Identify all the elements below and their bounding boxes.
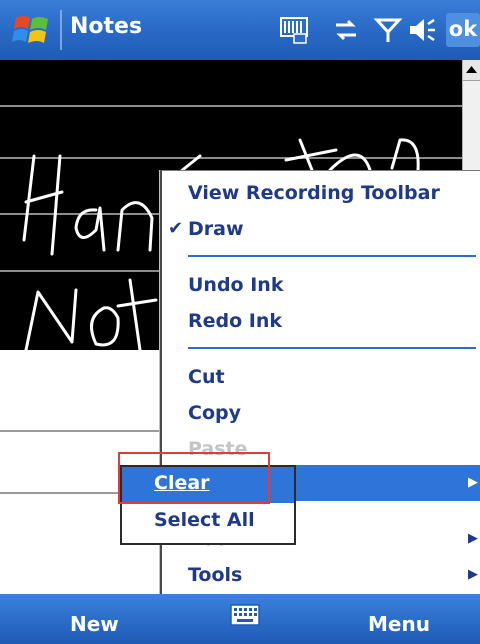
triangle-up-icon — [466, 66, 477, 73]
ok-button[interactable]: ok — [446, 13, 480, 47]
menu-item-cut[interactable]: Cut — [162, 359, 480, 395]
keyboard-icon[interactable] — [230, 604, 260, 626]
windows-flag-icon[interactable] — [12, 12, 52, 48]
annotation-highlight-box — [118, 452, 270, 504]
menu-item-tools[interactable]: Tools ▶ — [162, 557, 480, 593]
scroll-up-button[interactable] — [463, 60, 480, 81]
volume-icon[interactable] — [406, 14, 438, 46]
submenu-arrow-icon: ▶ — [468, 567, 478, 582]
title-bar: Notes ok — [0, 0, 480, 60]
menu-separator — [188, 347, 476, 349]
menu-item-redo-ink[interactable]: Redo Ink — [162, 303, 480, 339]
app-title: Notes — [70, 14, 143, 39]
signal-icon[interactable] — [372, 14, 404, 46]
checkmark-icon: ✔ — [168, 218, 184, 239]
submenu-arrow-icon: ▶ — [468, 531, 478, 546]
new-softkey[interactable]: New — [70, 612, 119, 636]
menu-item-draw[interactable]: ✔ Draw — [162, 211, 480, 247]
menu-item-view-recording-toolbar[interactable]: View Recording Toolbar — [162, 175, 480, 211]
menu-item-copy[interactable]: Copy — [162, 395, 480, 431]
connectivity-icon[interactable] — [330, 14, 362, 46]
menu-item-undo-ink[interactable]: Undo Ink — [162, 267, 480, 303]
submenu-item-select-all[interactable]: Select All — [122, 505, 294, 541]
menu-softkey[interactable]: Menu — [368, 612, 430, 636]
input-panel-icon[interactable] — [278, 14, 310, 46]
title-separator — [60, 10, 62, 50]
menu-separator — [188, 255, 476, 257]
submenu-arrow-icon: ▶ — [468, 475, 478, 490]
